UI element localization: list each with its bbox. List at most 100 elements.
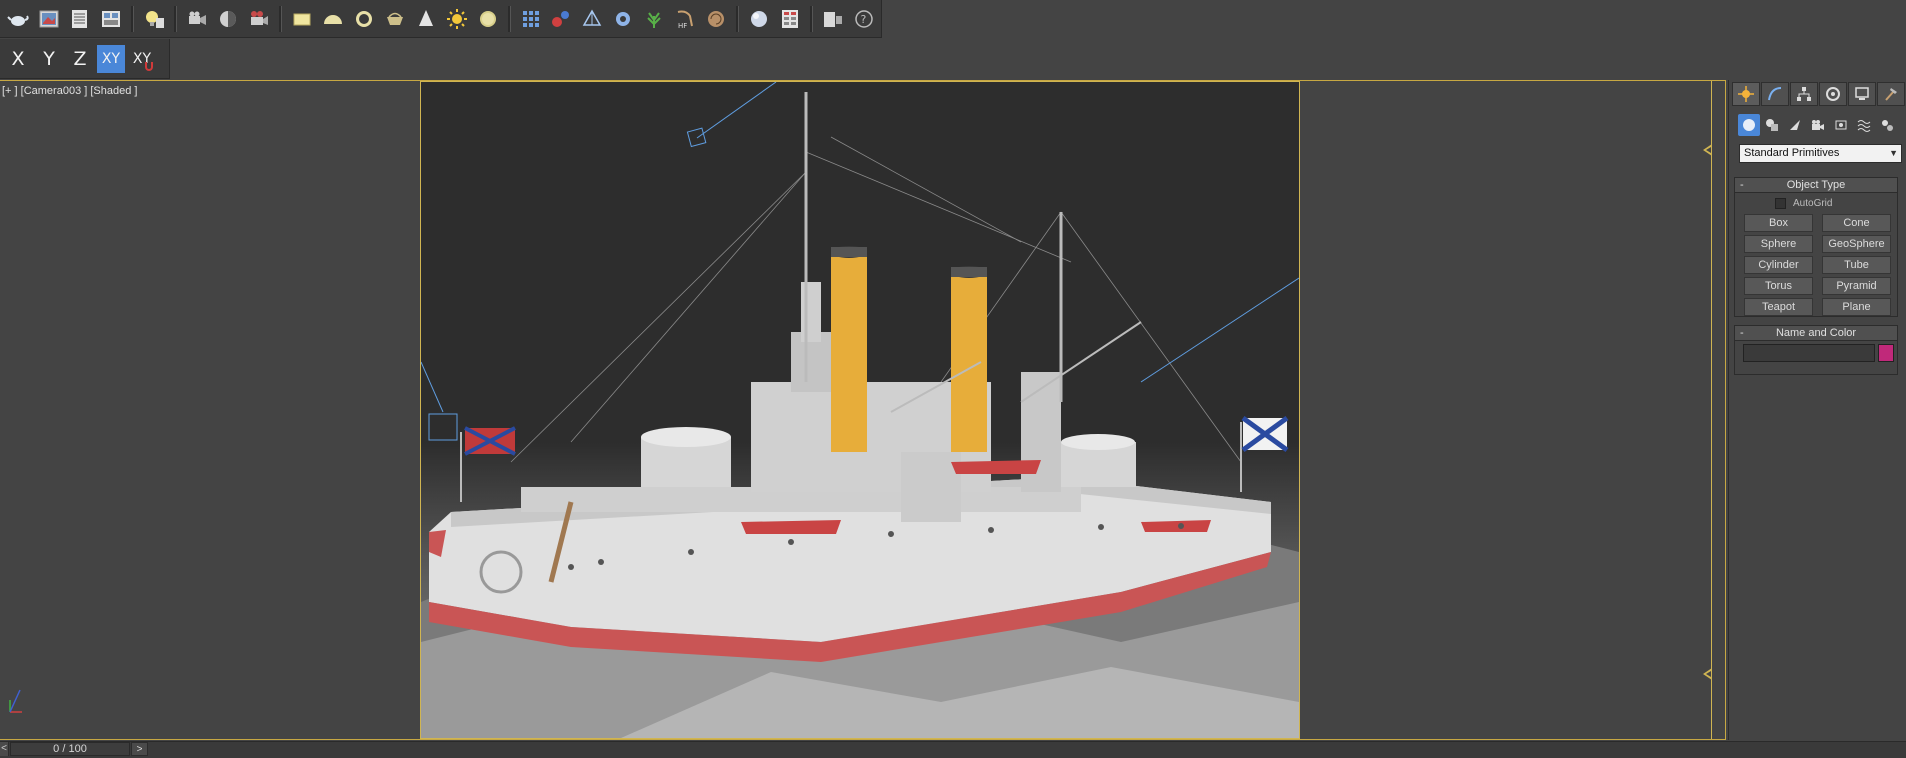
camera-icon[interactable] [183, 5, 211, 33]
checkbox-box [1775, 198, 1786, 209]
dropdown-value: Standard Primitives [1744, 147, 1840, 159]
cone-button[interactable]: Cone [1822, 214, 1891, 232]
shapes-category-button[interactable] [1761, 114, 1783, 136]
axis-x-button[interactable]: X [4, 45, 32, 73]
modify-tab[interactable] [1761, 82, 1789, 106]
bottom-marker-icon [1703, 668, 1712, 680]
light-lister-icon[interactable] [140, 5, 168, 33]
name-and-color-header[interactable]: - Name and Color [1735, 326, 1897, 341]
toolbar-separator [810, 5, 814, 32]
ship-render [421, 82, 1299, 738]
hammer-icon [1885, 88, 1897, 101]
geometry-sphere-icon [1743, 119, 1755, 131]
hierarchy-tab[interactable] [1790, 82, 1818, 106]
camera-settings-icon[interactable] [245, 5, 273, 33]
autogrid-checkbox[interactable]: AutoGrid [1775, 198, 1832, 209]
timeline-bar [0, 741, 1906, 758]
pyramid-button[interactable]: Pyramid [1822, 277, 1891, 295]
time-prev-button[interactable]: < [0, 742, 9, 756]
sphere-icon[interactable] [745, 5, 773, 33]
object-name-input[interactable] [1743, 344, 1875, 362]
torus-button[interactable]: Torus [1744, 277, 1813, 295]
toolbar-separator [507, 5, 511, 32]
toolbar-separator [278, 5, 282, 32]
axis-z-button[interactable]: Z [66, 45, 94, 73]
primitive-type-dropdown[interactable]: Standard Primitives ▼ [1739, 144, 1902, 163]
toolbar-separator [736, 5, 740, 32]
collapse-icon: - [1740, 179, 1744, 191]
rendered-frame-window-icon[interactable] [97, 5, 125, 33]
command-panel-tabs [1732, 82, 1906, 106]
helpers-category-button[interactable] [1830, 114, 1852, 136]
box-button[interactable]: Box [1744, 214, 1813, 232]
svg-text:HF: HF [678, 22, 687, 30]
render-frame-icon[interactable] [35, 5, 63, 33]
modify-curve-icon [1768, 87, 1782, 101]
hierarchy-icon [1797, 87, 1811, 101]
spacewarps-category-button[interactable] [1853, 114, 1875, 136]
top-marker-icon [1703, 144, 1712, 156]
disc-icon[interactable] [474, 5, 502, 33]
hf-icon[interactable]: HF [671, 5, 699, 33]
chevron-down-icon: ▼ [1889, 148, 1898, 158]
utilities-tab[interactable] [1877, 82, 1905, 106]
geosphere-button[interactable]: GeoSphere [1822, 235, 1891, 253]
plant-icon[interactable] [640, 5, 668, 33]
axis-xy-cycle-button[interactable]: XY [128, 45, 156, 73]
object-color-swatch[interactable] [1878, 344, 1894, 362]
motion-tab[interactable] [1819, 82, 1847, 106]
sphere-button[interactable]: Sphere [1744, 235, 1813, 253]
camera-safe-frame[interactable] [420, 81, 1300, 739]
shapes-icon [1766, 119, 1778, 131]
schematic-icon[interactable] [776, 5, 804, 33]
gear-sphere-icon[interactable] [609, 5, 637, 33]
object-type-title: Object Type [1786, 179, 1846, 191]
lights-category-button[interactable] [1784, 114, 1806, 136]
create-tab[interactable] [1732, 82, 1760, 106]
teapot-icon[interactable] [4, 5, 32, 33]
render-setup-icon[interactable] [66, 5, 94, 33]
object-type-header[interactable]: - Object Type [1735, 178, 1897, 193]
help-icon[interactable]: ? [850, 5, 878, 33]
teapot-button[interactable]: Teapot [1744, 298, 1813, 316]
svg-text:?: ? [861, 13, 867, 26]
axis-y-button[interactable]: Y [35, 45, 63, 73]
tube-button[interactable]: Tube [1822, 256, 1891, 274]
axis-constraints-toolbar: X Y Z XY XY [0, 39, 170, 79]
name-and-color-rollout: - Name and Color [1734, 325, 1898, 375]
magnet-icon [145, 61, 153, 71]
toolbar-separator [173, 5, 177, 32]
molecule-icon[interactable] [548, 5, 576, 33]
create-star-icon [1738, 86, 1754, 102]
shell-icon[interactable] [702, 5, 730, 33]
viewport-right-guide [1711, 81, 1712, 739]
cylinder-button[interactable]: Cylinder [1744, 256, 1813, 274]
plane-primitive-icon[interactable] [288, 5, 316, 33]
shadow-icon[interactable] [214, 5, 242, 33]
light-icon [1790, 120, 1800, 130]
ring-icon[interactable] [350, 5, 378, 33]
axis-tripod-icon [9, 689, 22, 713]
sun-icon[interactable] [443, 5, 471, 33]
shape-icon[interactable] [578, 5, 606, 33]
main-toolbar: HF ? [0, 0, 882, 38]
geometry-category-button[interactable] [1738, 114, 1760, 136]
camera-small-icon [1812, 120, 1824, 130]
cameras-category-button[interactable] [1807, 114, 1829, 136]
autogrid-label: AutoGrid [1793, 198, 1833, 209]
cone-icon[interactable] [412, 5, 440, 33]
create-category-bar [1738, 114, 1899, 136]
dome-icon[interactable] [319, 5, 347, 33]
panel-icon[interactable] [819, 5, 847, 33]
time-slider[interactable]: 0 / 100 [10, 742, 130, 756]
plane-button[interactable]: Plane [1822, 298, 1891, 316]
viewport-label[interactable]: [+ ] [Camera003 ] [Shaded ] [2, 85, 137, 97]
time-next-button[interactable]: > [131, 742, 148, 756]
basket-icon[interactable] [381, 5, 409, 33]
display-tab[interactable] [1848, 82, 1876, 106]
motion-icon [1826, 87, 1840, 101]
grid-object-icon[interactable] [517, 5, 545, 33]
systems-category-button[interactable] [1876, 114, 1898, 136]
spacewarp-icon [1857, 120, 1871, 132]
axis-xy-button[interactable]: XY [97, 44, 125, 73]
